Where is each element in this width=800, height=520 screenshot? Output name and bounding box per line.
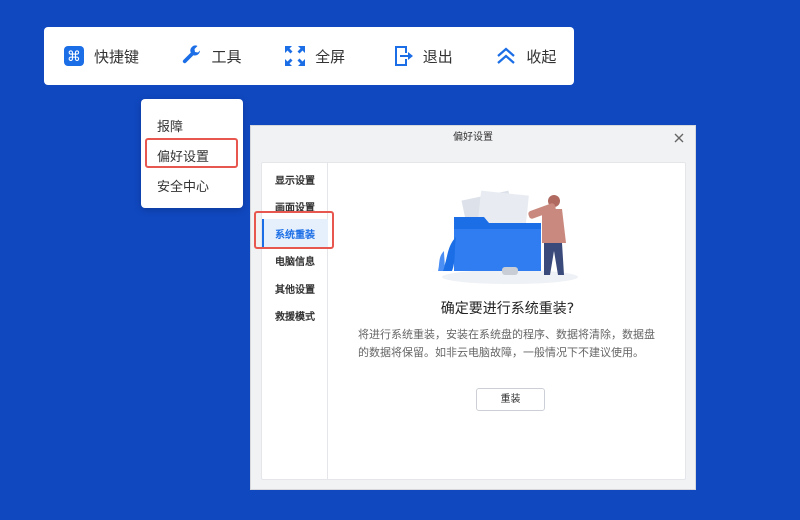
collapse-button[interactable]: 收起 [494,27,574,85]
toolbar: ⌘ 快捷键 工具 全屏 退出 收起 [44,27,574,85]
exit-button[interactable]: 退出 [391,27,495,85]
shortcut-label: 快捷键 [94,47,140,66]
reinstall-button[interactable]: 重装 [476,388,545,411]
menu-item-security-center[interactable]: 安全中心 [157,176,209,195]
exit-label: 退出 [422,47,453,66]
exit-icon [391,44,415,68]
tools-button[interactable]: 工具 [180,27,284,85]
reinstall-highlight-box [254,211,334,249]
fullscreen-button[interactable]: 全屏 [283,27,391,85]
dialog-body: 显示设置 画面设置 系统重装 电脑信息 其他设置 救援模式 确定要进行系统重装?… [261,162,686,480]
wrench-icon [180,44,204,68]
dialog-title: 偏好设置 [453,132,493,143]
reinstall-illustration [438,190,578,284]
tools-label: 工具 [211,47,242,66]
collapse-icon [494,44,518,68]
sidebar-item-rescue[interactable]: 救援模式 [275,308,315,323]
collapse-label: 收起 [526,47,557,66]
sidebar-item-computer-info[interactable]: 电脑信息 [275,253,315,268]
sidebar-item-display[interactable]: 显示设置 [275,172,315,187]
reinstall-description: 将进行系统重装，安装在系统盘的程序、数据将清除，数据盘的数据将保留。如非云电脑故… [358,328,655,359]
menu-item-report[interactable]: 报障 [157,116,183,135]
close-icon[interactable] [671,130,687,146]
sidebar-item-other[interactable]: 其他设置 [275,281,315,296]
shortcut-button[interactable]: ⌘ 快捷键 [62,27,180,85]
svg-text:⌘: ⌘ [67,49,81,65]
command-icon: ⌘ [62,44,86,68]
reinstall-heading: 确定要进行系统重装? [440,301,575,317]
preferences-dialog: 偏好设置 显示设置 画面设置 系统重装 电脑信息 其他设置 救援模式 确定要进行… [250,125,696,490]
fullscreen-icon [283,44,307,68]
preferences-highlight-box [145,138,238,168]
fullscreen-label: 全屏 [315,47,346,66]
tools-dropdown-menu: 报障 偏好设置 安全中心 [141,99,243,208]
